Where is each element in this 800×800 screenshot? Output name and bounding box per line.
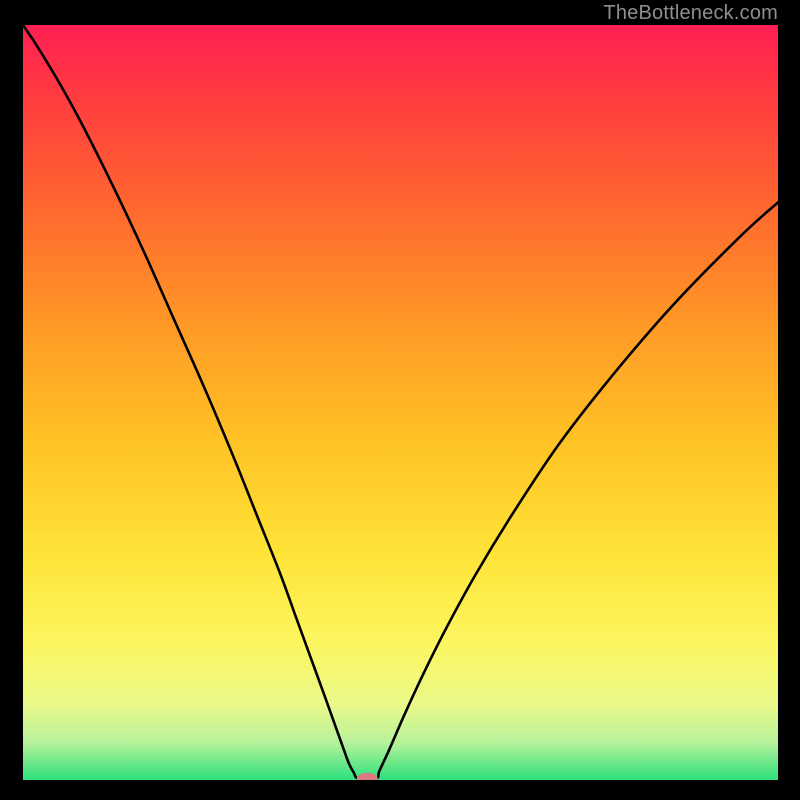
bottleneck-chart <box>23 25 778 780</box>
chart-frame <box>23 25 778 780</box>
watermark-text: TheBottleneck.com <box>603 2 778 25</box>
gradient-background <box>23 25 778 780</box>
